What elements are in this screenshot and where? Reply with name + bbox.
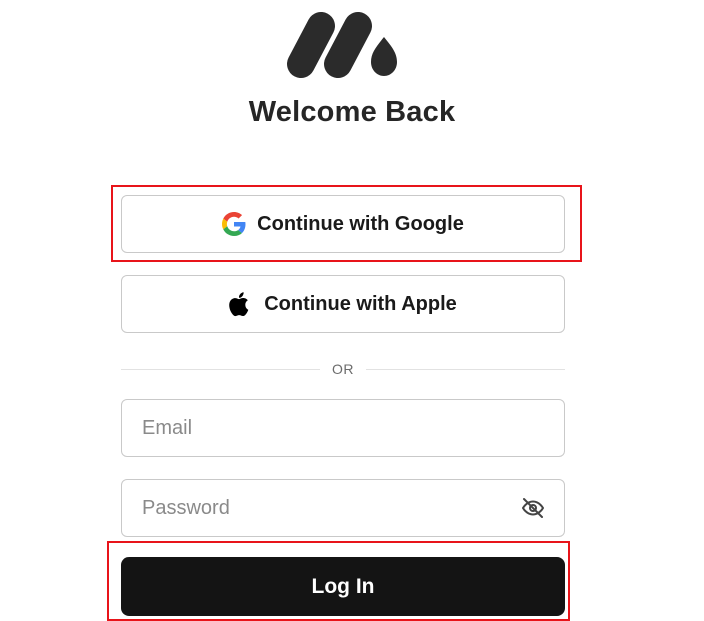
email-field[interactable] xyxy=(121,399,565,457)
eye-off-icon[interactable] xyxy=(521,496,545,520)
divider-line xyxy=(121,368,320,370)
password-input[interactable] xyxy=(142,480,512,536)
or-divider: OR xyxy=(121,360,565,378)
google-icon xyxy=(222,212,246,236)
login-button-label: Log In xyxy=(311,574,375,598)
password-field[interactable] xyxy=(121,479,565,537)
divider-label: OR xyxy=(332,361,354,377)
login-button[interactable]: Log In xyxy=(121,557,565,616)
brand-logo-icon xyxy=(287,12,397,78)
divider-line xyxy=(366,368,565,370)
apple-icon xyxy=(229,291,253,317)
continue-with-apple-button[interactable]: Continue with Apple xyxy=(121,275,565,333)
email-input[interactable] xyxy=(142,400,512,456)
continue-with-google-button[interactable]: Continue with Google xyxy=(121,195,565,253)
apple-button-label: Continue with Apple xyxy=(264,292,457,315)
google-button-label: Continue with Google xyxy=(257,212,464,235)
page-title: Welcome Back xyxy=(248,96,456,128)
